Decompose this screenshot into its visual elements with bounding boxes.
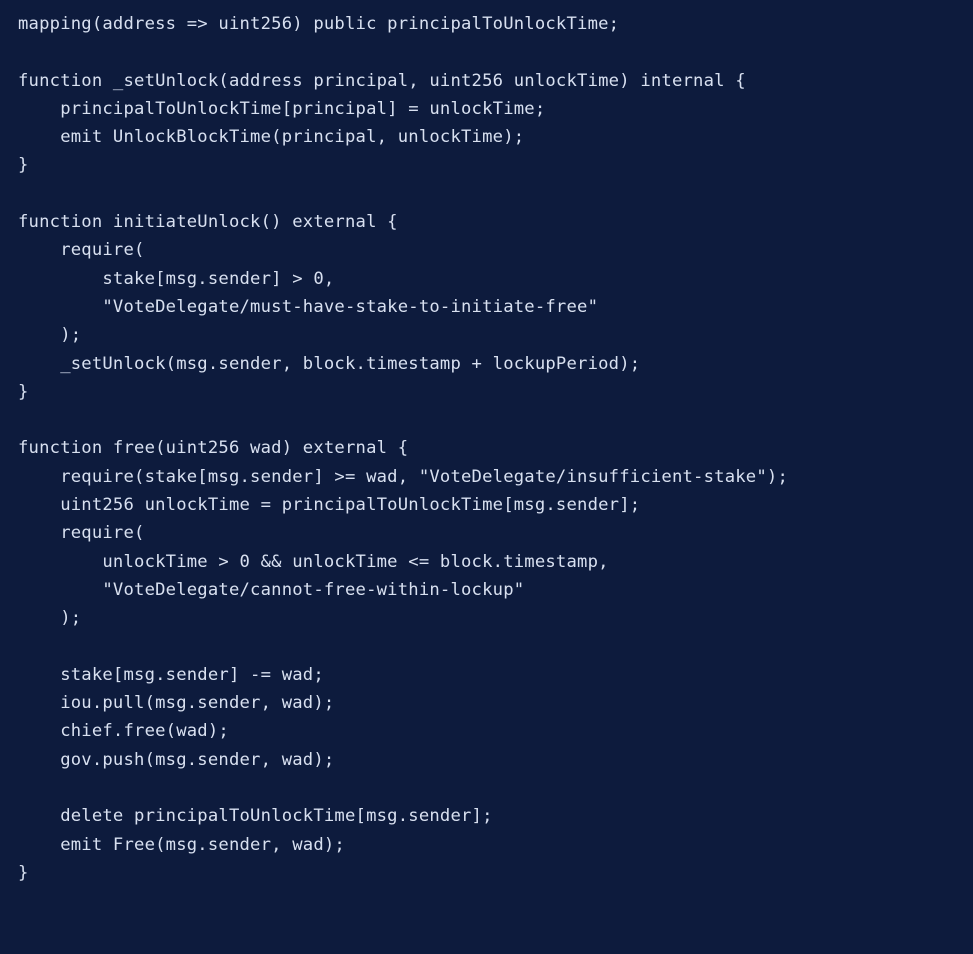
code-content: mapping(address => uint256) public princ… <box>18 14 788 883</box>
code-block: mapping(address => uint256) public princ… <box>0 0 973 897</box>
